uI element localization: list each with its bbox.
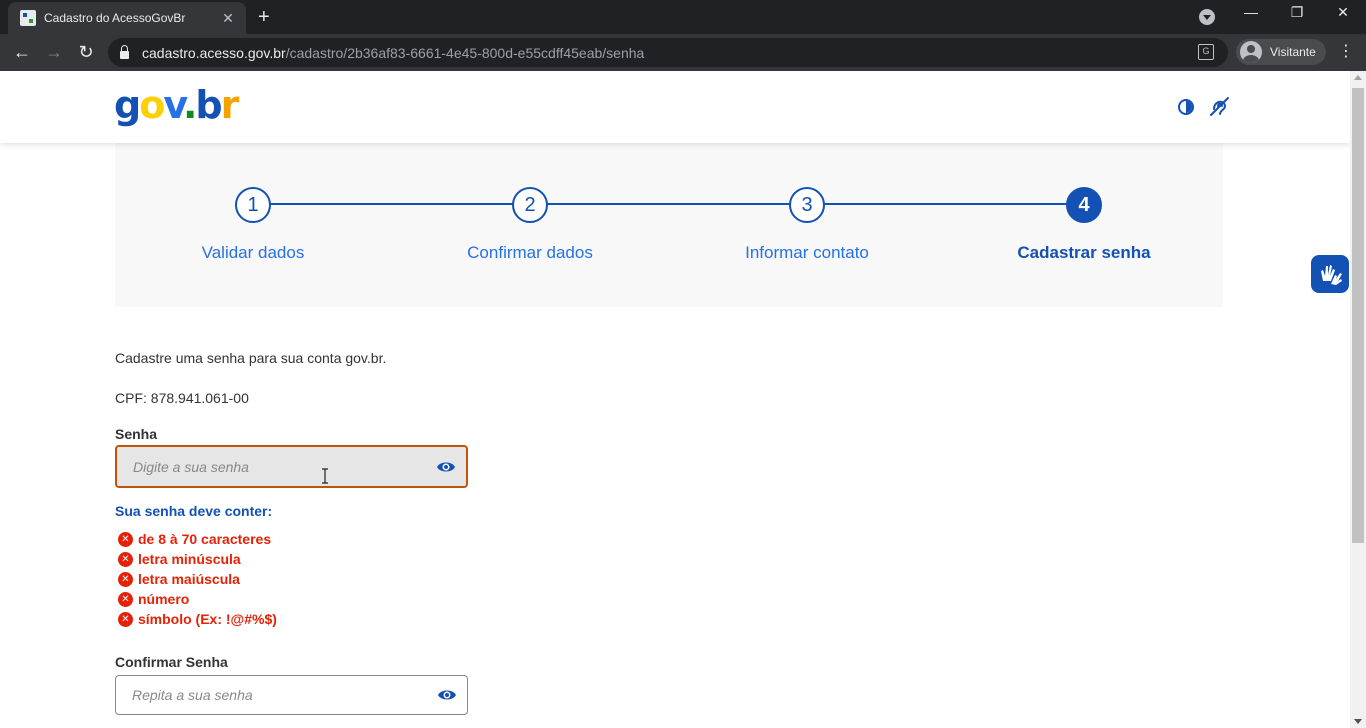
confirm-password-label: Confirmar Senha (115, 654, 228, 670)
step-2-circle[interactable]: 2 (512, 187, 548, 223)
browser-tab-bar: Cadastro do AcessoGovBr ✕ + — ❐ ✕ (0, 0, 1366, 34)
scroll-up-arrow-icon[interactable] (1354, 75, 1362, 80)
requirement-item: ✕ número (118, 589, 277, 609)
step-4-label[interactable]: Cadastrar senha (984, 243, 1184, 263)
browser-tab[interactable]: Cadastro do AcessoGovBr ✕ (8, 2, 246, 34)
scroll-thumb[interactable] (1352, 88, 1364, 543)
step-3-label[interactable]: Informar contato (707, 243, 907, 263)
stepper-line (253, 203, 1084, 205)
show-password-eye-icon[interactable] (436, 457, 456, 477)
confirm-password-input[interactable] (132, 687, 437, 703)
new-tab-button[interactable]: + (258, 6, 270, 28)
browser-menu-icon[interactable]: ⋮ (1338, 41, 1354, 63)
password-requirements-title: Sua senha deve conter: (115, 503, 273, 519)
step-3-circle[interactable]: 3 (789, 187, 825, 223)
password-field[interactable] (115, 445, 468, 488)
tab-search-icon[interactable] (1199, 9, 1215, 25)
sign-language-hands-icon (1321, 265, 1342, 285)
lock-icon[interactable] (120, 44, 129, 59)
page-content: gov.br 1 Validar dados 2 Confirmar dados… (0, 71, 1350, 728)
browser-toolbar: ← → ↻ cadastro.acesso.gov.br/cadastro/2b… (0, 34, 1366, 71)
minimize-button[interactable]: — (1236, 4, 1266, 20)
tab-close-icon[interactable]: ✕ (220, 10, 236, 27)
error-x-icon: ✕ (118, 531, 133, 547)
step-2-label[interactable]: Confirmar dados (430, 243, 630, 263)
govbr-logo[interactable]: gov.br (114, 83, 239, 127)
password-input[interactable] (133, 458, 436, 475)
site-header: gov.br (0, 71, 1350, 143)
url-text: cadastro.acesso.gov.br/cadastro/2b36af83… (142, 44, 645, 61)
error-x-icon: ✕ (118, 551, 133, 567)
high-contrast-icon[interactable] (1178, 99, 1194, 115)
govbr-favicon-icon (20, 10, 36, 26)
address-bar[interactable]: cadastro.acesso.gov.br/cadastro/2b36af83… (108, 38, 1228, 67)
step-1-label[interactable]: Validar dados (153, 243, 353, 263)
confirm-password-field[interactable] (115, 675, 468, 715)
step-4-circle[interactable]: 4 (1066, 187, 1102, 223)
password-label: Senha (115, 426, 158, 442)
requirement-item: ✕ símbolo (Ex: !@#%$) (118, 609, 277, 629)
back-button[interactable]: ← (10, 41, 34, 65)
reload-button[interactable]: ↻ (74, 41, 98, 65)
intro-text: Cadastre uma senha para sua conta gov.br… (115, 350, 387, 366)
maximize-button[interactable]: ❐ (1282, 4, 1312, 21)
registration-stepper: 1 Validar dados 2 Confirmar dados 3 Info… (115, 143, 1223, 307)
profile-label: Visitante (1270, 45, 1316, 59)
page-scrollbar[interactable] (1350, 71, 1366, 728)
vlibras-sign-language-button[interactable] (1311, 255, 1349, 293)
translate-icon[interactable]: G (1198, 44, 1214, 60)
tab-title: Cadastro do AcessoGovBr (44, 11, 186, 25)
close-window-button[interactable]: ✕ (1328, 4, 1358, 21)
forward-button[interactable]: → (42, 41, 66, 65)
requirement-item: ✕ letra maiúscula (118, 569, 277, 589)
profile-button[interactable]: Visitante (1236, 39, 1326, 65)
scroll-down-arrow-icon[interactable] (1354, 719, 1362, 724)
requirement-item: ✕ de 8 à 70 caracteres (118, 529, 277, 549)
text-cursor-icon (322, 468, 328, 484)
error-x-icon: ✕ (118, 611, 133, 627)
hearing-accessibility-icon[interactable] (1207, 95, 1231, 117)
requirement-item: ✕ letra minúscula (118, 549, 277, 569)
avatar-icon (1240, 41, 1262, 63)
show-confirm-password-eye-icon[interactable] (437, 685, 457, 705)
error-x-icon: ✕ (118, 571, 133, 587)
step-1-circle[interactable]: 1 (235, 187, 271, 223)
password-requirements-list: ✕ de 8 à 70 caracteres ✕ letra minúscula ✕… (118, 529, 277, 629)
error-x-icon: ✕ (118, 591, 133, 607)
cpf-text: CPF: 878.941.061-00 (115, 390, 249, 406)
